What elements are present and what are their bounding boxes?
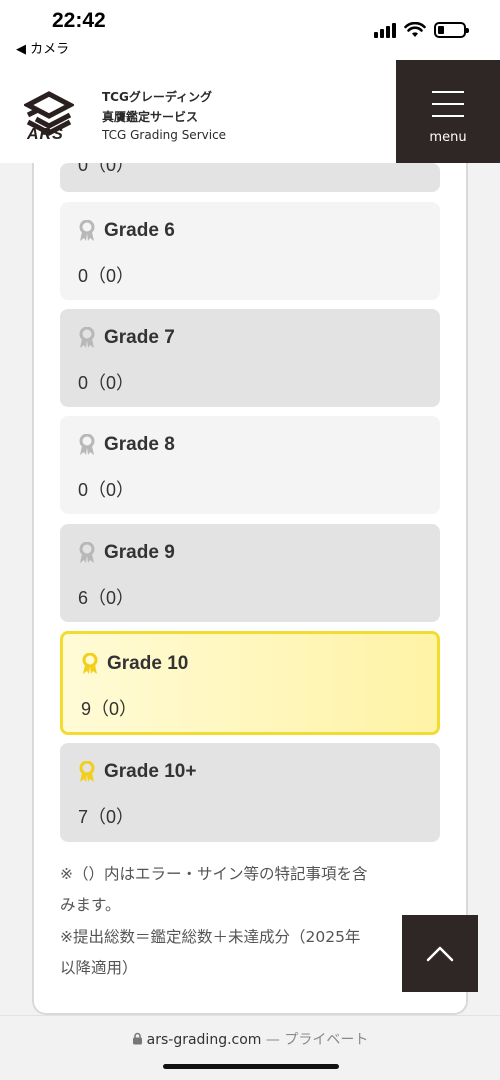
battery-icon	[434, 22, 469, 38]
medal-icon	[79, 542, 95, 563]
grade-item-10: Grade 10 9（0）	[60, 631, 440, 735]
grade-item-partial: 0（0）	[60, 163, 440, 192]
menu-label: menu	[429, 130, 467, 145]
private-mode-label: — プライベート	[265, 1032, 369, 1048]
browser-address-bar[interactable]: ars-grading.com — プライベート	[0, 1015, 500, 1080]
brand-subtitle-en: TCG Grading Service	[102, 128, 227, 142]
brand-subtitle-ja: 真贋鑑定サービス	[102, 110, 199, 124]
home-indicator[interactable]	[163, 1064, 339, 1069]
note-line: ※提出総数＝鑑定総数＋未達成分（2025年	[60, 928, 361, 946]
grade-count: 0（0）	[78, 266, 135, 286]
back-to-camera-link[interactable]: ◀ カメラ	[16, 38, 69, 57]
note-line: 以降適用）	[60, 959, 138, 977]
grade-count: 0（0）	[78, 373, 135, 393]
grade-count: 0（0）	[78, 480, 135, 500]
scroll-to-top-button[interactable]	[402, 915, 478, 992]
grade-title: Grade 10	[107, 653, 189, 674]
hamburger-icon	[432, 91, 464, 127]
medal-icon	[79, 761, 95, 782]
wifi-icon	[404, 22, 426, 37]
medal-icon	[82, 653, 98, 674]
grade-item-10-plus: Grade 10+ 7（0）	[60, 743, 440, 842]
medal-icon	[79, 220, 95, 241]
grade-count: 9（0）	[81, 699, 138, 719]
grade-title: Grade 8	[104, 434, 175, 455]
url-text: ars-grading.com	[146, 1032, 262, 1048]
status-bar: 22:42 ◀ カメラ	[0, 0, 500, 60]
grade-title: Grade 7	[104, 327, 175, 348]
brand-title-ja: TCGグレーディング	[102, 90, 213, 104]
grade-title: Grade 9	[104, 542, 175, 563]
cellular-signal-icon	[374, 22, 396, 38]
medal-icon	[79, 434, 95, 455]
lock-icon	[132, 1032, 142, 1045]
grade-count: 6（0）	[78, 588, 135, 608]
menu-button[interactable]: menu	[396, 60, 500, 163]
status-time: 22:42	[52, 9, 106, 32]
grade-count: 0（0）	[78, 163, 135, 175]
grade-title: Grade 6	[104, 220, 175, 241]
grade-item-8: Grade 8 0（0）	[60, 416, 440, 514]
note-line: ※（）内はエラー・サイン等の特記事項を含	[60, 865, 368, 883]
grade-item-7: Grade 7 0（0）	[60, 309, 440, 407]
note-line: みます。	[60, 896, 121, 914]
status-icons	[374, 22, 469, 38]
grade-title: Grade 10+	[104, 761, 197, 782]
note-total-submissions: ※提出総数＝鑑定総数＋未達成分（2025年 以降適用）	[60, 922, 430, 984]
note-special-remarks: ※（）内はエラー・サイン等の特記事項を含 みます。	[60, 859, 430, 921]
medal-icon	[79, 327, 95, 348]
grade-item-6: Grade 6 0（0）	[60, 202, 440, 300]
grade-count: 7（0）	[78, 807, 135, 827]
url-display[interactable]: ars-grading.com — プライベート	[0, 1029, 500, 1049]
logo-wordmark[interactable]: ARS	[27, 126, 64, 144]
grade-item-9: Grade 9 6（0）	[60, 524, 440, 622]
chevron-up-icon	[426, 946, 454, 962]
